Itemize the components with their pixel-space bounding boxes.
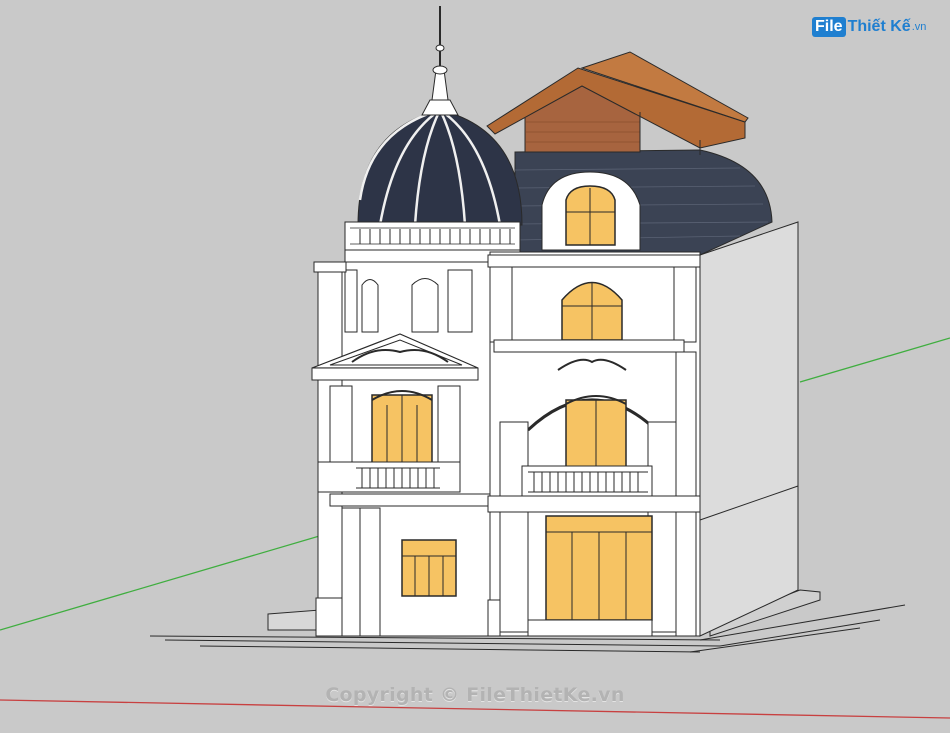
green-axis-far bbox=[799, 337, 950, 383]
site-logo: File Thiết Kế .vn bbox=[812, 12, 926, 42]
logo-tld: .vn bbox=[911, 21, 927, 33]
side-wall bbox=[699, 221, 799, 637]
dome bbox=[357, 6, 523, 226]
right-body bbox=[487, 251, 701, 637]
model-viewport[interactable]: File Thiết Kế .vn Copyright © FileThietK… bbox=[0, 0, 950, 733]
house-3d-model bbox=[0, 6, 950, 719]
dormer-window bbox=[541, 171, 641, 251]
logo-text: Thiết Kế bbox=[847, 18, 911, 35]
logo-box: File bbox=[812, 17, 846, 37]
copyright-watermark: Copyright © FileThietKe.vn bbox=[325, 684, 625, 706]
gable-roof bbox=[486, 51, 749, 155]
left-tower bbox=[311, 261, 491, 637]
